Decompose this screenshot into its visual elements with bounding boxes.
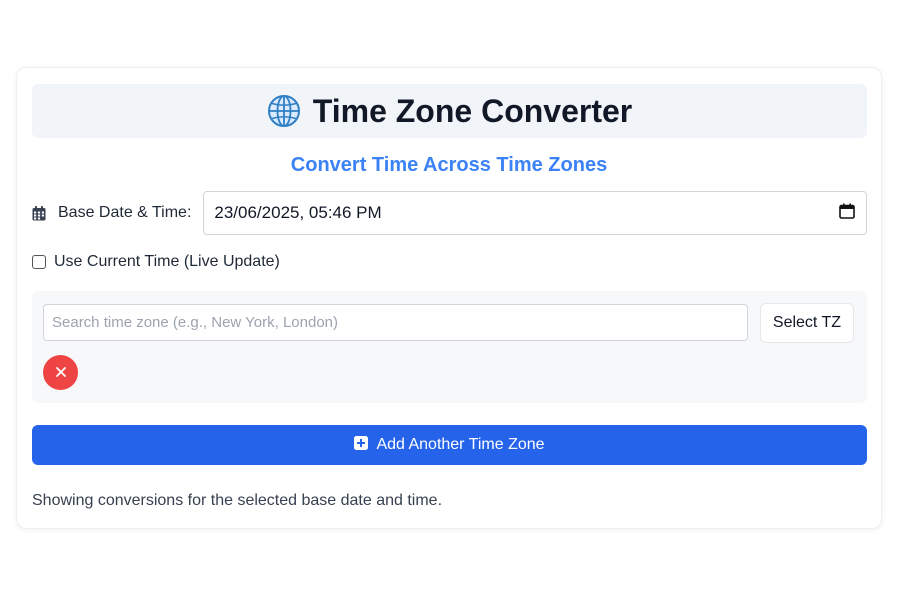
base-datetime-label: Base Date & Time: (58, 204, 192, 221)
add-timezone-label: Add Another Time Zone (376, 436, 545, 453)
calendar-picker-icon[interactable] (839, 203, 855, 224)
base-datetime-row: Base Date & Time: 23/06/2025, 05:46 PM (32, 190, 867, 236)
page-subtitle: Convert Time Across Time Zones (290, 154, 608, 176)
base-datetime-value: 23/06/2025, 05:46 PM (214, 203, 382, 222)
select-tz-button[interactable]: Select TZ (760, 303, 854, 343)
title-bar: Time Zone Converter (32, 84, 867, 138)
timezone-entry-panel: Select TZ (32, 291, 867, 403)
live-update-checkbox[interactable] (32, 255, 46, 269)
converter-card: Time Zone Converter Convert Time Across … (16, 67, 882, 529)
timezone-search-input[interactable] (43, 304, 748, 341)
live-update-label[interactable]: Use Current Time (Live Update) (54, 253, 280, 271)
footer-note: Showing conversions for the selected bas… (32, 492, 443, 509)
plus-square-icon (354, 435, 369, 455)
close-icon (55, 364, 66, 382)
add-timezone-button[interactable]: Add Another Time Zone (32, 425, 867, 465)
calendar-icon (32, 205, 58, 221)
base-datetime-input[interactable]: 23/06/2025, 05:46 PM (203, 191, 867, 235)
remove-timezone-button[interactable] (43, 355, 78, 390)
live-update-row: Use Current Time (Live Update) (32, 253, 280, 271)
page-title: Time Zone Converter (312, 92, 633, 129)
globe-icon (267, 94, 301, 128)
